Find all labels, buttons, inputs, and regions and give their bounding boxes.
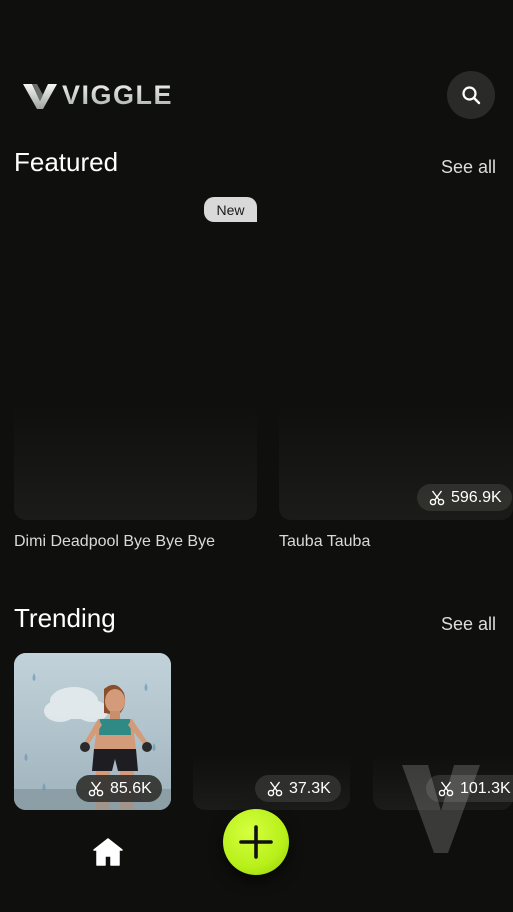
home-nav-button[interactable] <box>92 837 124 867</box>
search-button[interactable] <box>447 71 495 119</box>
featured-card-1-label: Dimi Deadpool Bye Bye Bye <box>14 533 215 550</box>
new-badge: New <box>204 197 257 222</box>
scissors-icon <box>88 781 104 796</box>
trending-card-2-stat: 37.3K <box>255 775 341 802</box>
scissors-icon <box>267 781 283 796</box>
viggle-logo: VIGGLE <box>22 80 173 111</box>
trending-title: Trending <box>14 603 116 633</box>
plus-icon <box>239 825 273 859</box>
featured-card-2[interactable] <box>279 190 513 520</box>
featured-card-2-label: Tauba Tauba <box>279 533 371 550</box>
featured-see-all-link[interactable]: See all <box>441 157 496 178</box>
featured-card-1[interactable] <box>14 190 257 520</box>
trending-see-all-link[interactable]: See all <box>441 614 496 635</box>
featured-card-2-stat: 596.9K <box>417 484 512 511</box>
brand-name: VIGGLE <box>62 80 174 110</box>
watermark-icon <box>402 765 480 853</box>
app-header: VIGGLE <box>0 0 513 130</box>
scissors-icon <box>429 490 445 505</box>
trending-card-1-stat: 85.6K <box>76 775 162 802</box>
featured-card-2-count: 596.9K <box>451 488 502 506</box>
create-button[interactable] <box>223 809 289 875</box>
search-icon <box>462 86 481 105</box>
trending-card-2-count: 37.3K <box>289 779 331 797</box>
home-icon <box>93 838 123 866</box>
trending-card-1-count: 85.6K <box>110 779 152 797</box>
viggle-logo-icon <box>23 83 57 109</box>
featured-title: Featured <box>14 147 119 177</box>
